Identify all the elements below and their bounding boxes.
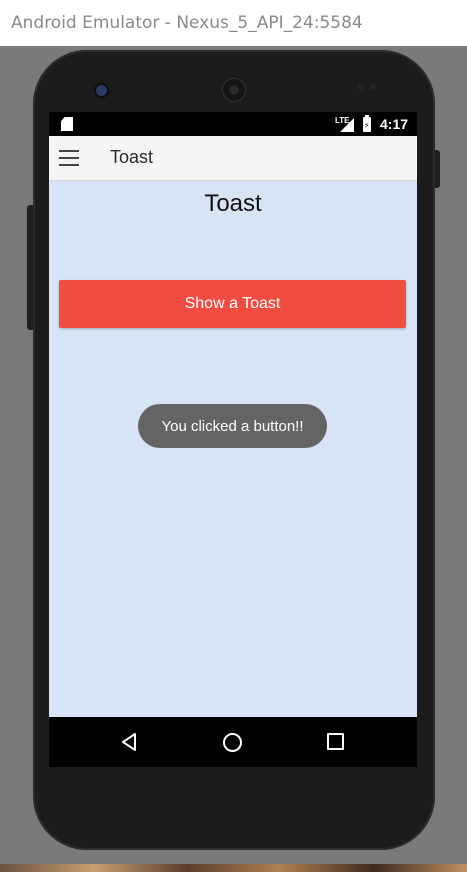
window-title: Android Emulator - Nexus_5_API_24:5584 bbox=[11, 13, 363, 33]
main-content: Toast Show a Toast You clicked a button!… bbox=[49, 181, 417, 717]
front-camera bbox=[94, 83, 109, 98]
home-icon[interactable] bbox=[223, 733, 242, 752]
network-type: LTE bbox=[335, 116, 350, 125]
window-titlebar[interactable]: Android Emulator - Nexus_5_API_24:5584 bbox=[0, 0, 467, 46]
navigation-bar bbox=[49, 717, 417, 767]
device-screen: LTE ⚡ 4:17 Toast Toast Show a Toast You … bbox=[49, 112, 417, 767]
page-heading: Toast bbox=[204, 190, 262, 217]
light-sensor bbox=[370, 84, 376, 90]
status-time: 4:17 bbox=[380, 116, 409, 132]
app-toolbar: Toast bbox=[49, 136, 417, 181]
sd-card-icon bbox=[61, 117, 73, 131]
desktop-edge-bottom bbox=[0, 864, 467, 872]
proximity-sensor bbox=[358, 84, 364, 90]
toolbar-title: Toast bbox=[110, 147, 154, 167]
show-toast-button[interactable]: Show a Toast bbox=[59, 280, 406, 328]
back-icon[interactable] bbox=[121, 733, 137, 751]
status-bar: LTE ⚡ 4:17 bbox=[49, 112, 417, 136]
earpiece-speaker bbox=[222, 78, 246, 102]
toast-message: You clicked a button!! bbox=[138, 404, 327, 448]
charging-icon: ⚡ bbox=[364, 121, 370, 130]
recent-apps-icon[interactable] bbox=[327, 733, 344, 750]
hamburger-icon[interactable] bbox=[59, 150, 79, 166]
